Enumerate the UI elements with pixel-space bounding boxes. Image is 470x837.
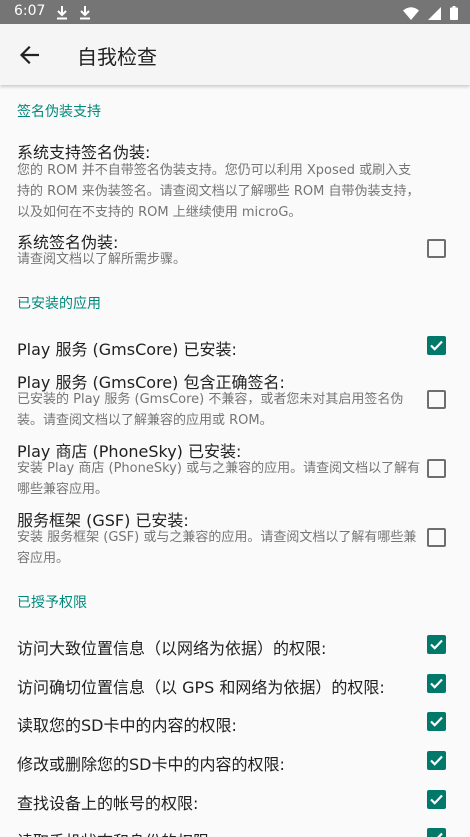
checkbox-unchecked[interactable] (427, 528, 446, 547)
status-bar: 6:07 (0, 0, 470, 24)
checkbox-checked[interactable] (427, 790, 446, 809)
pref-title: 查找设备上的帐号的权限: (17, 794, 199, 813)
pref-title: 读取您的SD卡中的内容的权限: (17, 716, 237, 735)
checkbox-checked[interactable] (427, 712, 446, 731)
pref-title: 访问确切位置信息（以 GPS 和网络为依据）的权限: (17, 678, 385, 697)
section-title-permissions: 已授予权限 (17, 595, 87, 611)
check-icon (430, 755, 443, 766)
check-icon (431, 832, 443, 837)
checkbox-checked[interactable] (427, 336, 446, 355)
check-icon (430, 716, 443, 727)
check-icon (430, 639, 443, 650)
download-icon (56, 5, 68, 24)
checkbox-checked[interactable] (427, 635, 446, 654)
checkbox-checked[interactable] (427, 828, 446, 837)
pref-title: 访问大致位置信息（以网络为依据）的权限: (17, 639, 327, 658)
download-icon (79, 5, 91, 24)
arrow-back-icon (19, 46, 39, 64)
checkbox-checked[interactable] (427, 751, 446, 770)
pref-summary: 安装 服务框架 (GSF) 或与之兼容的应用。请查阅文档以了解有哪些兼容应用。 (17, 530, 417, 566)
status-time: 6:07 (14, 3, 46, 19)
checkbox-unchecked[interactable] (427, 239, 446, 258)
check-icon (430, 794, 443, 805)
pref-summary: 请查阅文档以了解所需步骤。 (17, 252, 187, 267)
app-bar: 自我检查 (0, 24, 470, 85)
check-icon (430, 340, 443, 351)
check-icon (430, 678, 443, 689)
preferences-list[interactable]: 签名伪装支持 系统支持签名伪装: 您的 ROM 并不自带签名伪装支持。您仍可以利… (0, 85, 470, 837)
pref-title: 读取手机状态和身份的权限: (17, 828, 214, 837)
checkbox-checked[interactable] (427, 674, 446, 693)
pref-title: Play 服务 (GmsCore) 已安装: (17, 340, 237, 359)
pref-summary: 安装 Play 商店 (PhoneSky) 或与之兼容的应用。请查阅文档以了解有… (17, 461, 421, 497)
pref-title: 修改或删除您的SD卡中的内容的权限: (17, 755, 285, 774)
checkbox-unchecked[interactable] (427, 459, 446, 478)
pref-summary: 已安装的 Play 服务 (GmsCore) 不兼容，或者您未对其启用签名伪装。… (17, 392, 404, 428)
status-icons (399, 5, 458, 24)
section-title-installed: 已安装的应用 (17, 296, 101, 312)
checkbox-unchecked[interactable] (427, 390, 446, 409)
pref-summary: 您的 ROM 并不自带签名伪装支持。您仍可以利用 Xposed 或刷入支持的 R… (17, 163, 420, 220)
page-title: 自我检查 (77, 45, 157, 69)
section-title-signature: 签名伪装支持 (17, 104, 101, 120)
battery-icon (450, 6, 458, 20)
signal-icon (427, 7, 441, 20)
wifi-icon (402, 7, 419, 20)
back-button[interactable] (14, 40, 44, 70)
